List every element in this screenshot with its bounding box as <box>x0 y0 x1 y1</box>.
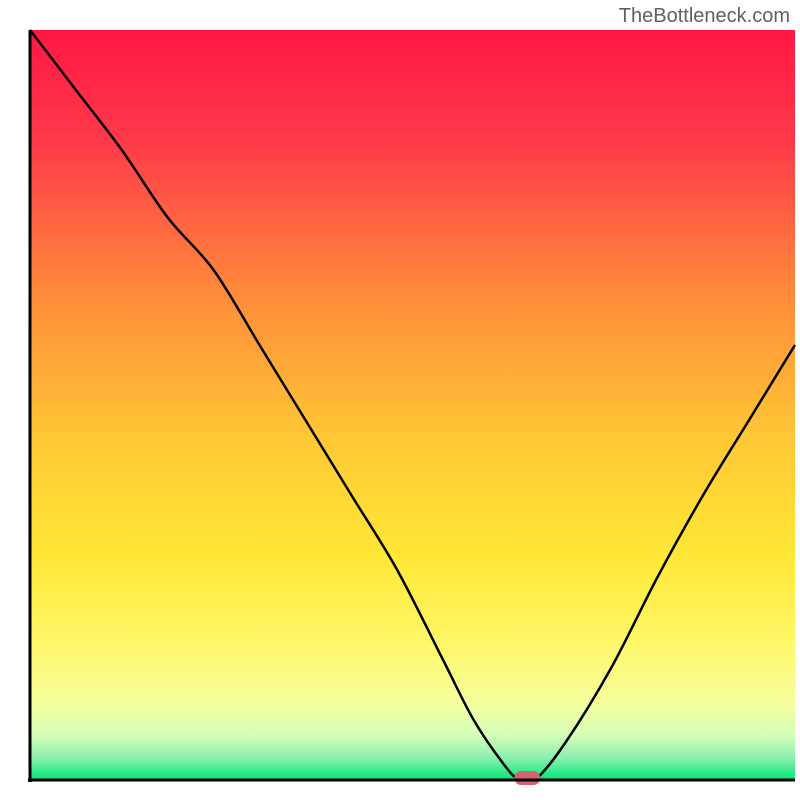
gradient-background <box>30 30 795 780</box>
chart-container: TheBottleneck.com <box>0 0 800 800</box>
watermark-text: TheBottleneck.com <box>619 5 790 28</box>
optimal-marker <box>514 771 540 785</box>
bottleneck-chart <box>0 0 800 800</box>
